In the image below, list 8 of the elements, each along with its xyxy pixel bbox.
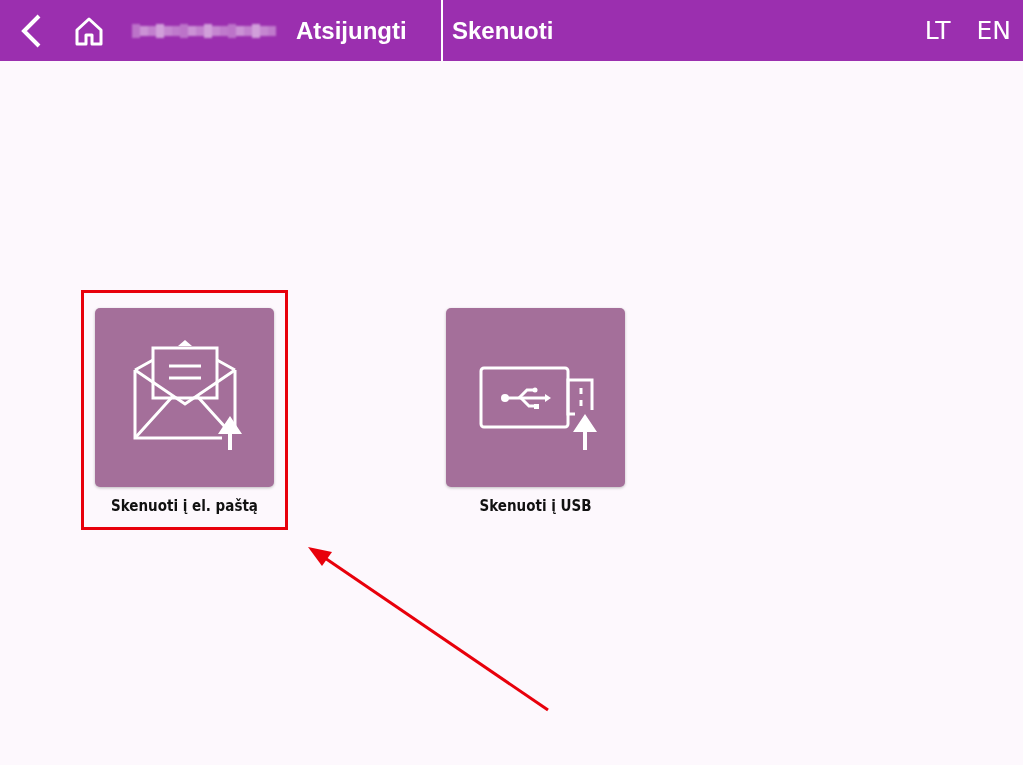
page-title: Skenuoti (452, 16, 554, 45)
option-label: Skenuoti į el. paštą (111, 497, 258, 515)
language-button[interactable]: LT (924, 16, 951, 45)
logout-button[interactable]: Atsijungti (296, 16, 407, 45)
language-button[interactable]: EN (976, 16, 1011, 45)
option-label: Skenuoti į USB (479, 497, 592, 515)
back-icon[interactable] (20, 13, 42, 48)
home-icon[interactable] (74, 15, 104, 46)
